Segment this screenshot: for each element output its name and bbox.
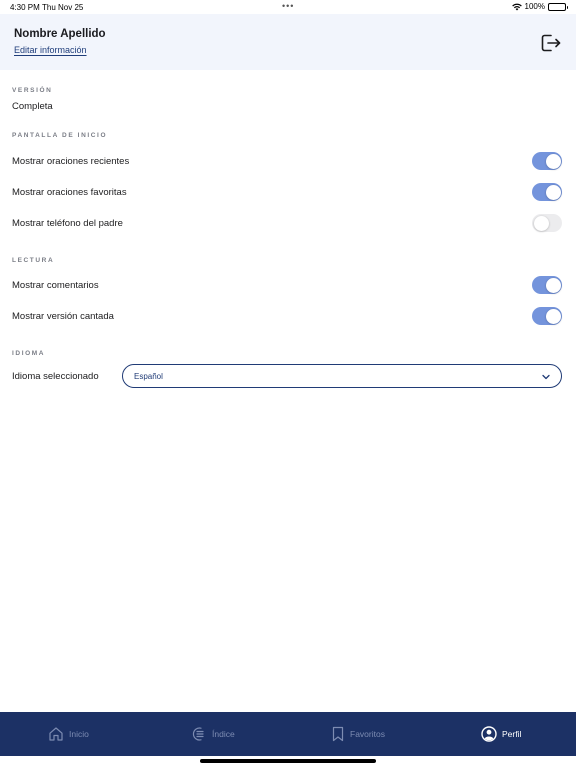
tab-indice[interactable]: Índice xyxy=(191,712,235,756)
tab-perfil[interactable]: Perfil xyxy=(481,712,521,756)
tab-label-perfil: Perfil xyxy=(502,729,522,739)
battery-percent: 100% xyxy=(524,2,545,11)
edit-info-link[interactable]: Editar información xyxy=(14,45,87,55)
toggle-recent-prayers[interactable] xyxy=(532,152,562,170)
home-icon xyxy=(49,727,63,741)
language-select[interactable]: Español xyxy=(122,364,562,388)
version-value: Completa xyxy=(12,101,53,112)
section-label-reading: LECTURA xyxy=(12,257,55,264)
wifi-icon xyxy=(511,3,522,10)
section-label-home-screen: PANTALLA DE INICIO xyxy=(12,132,108,139)
toggle-favorite-prayers[interactable] xyxy=(532,183,562,201)
tab-bar: Inicio Índice Favoritos Perfil xyxy=(0,712,576,756)
multitasking-dots-icon[interactable]: ••• xyxy=(282,1,294,11)
row-label-father-phone: Mostrar teléfono del padre xyxy=(12,218,123,229)
toggle-father-phone[interactable] xyxy=(532,214,562,232)
index-list-icon xyxy=(192,727,204,741)
profile-icon xyxy=(481,726,497,742)
status-right: 100% xyxy=(511,2,568,11)
tab-label-favoritos: Favoritos xyxy=(350,729,385,739)
logout-icon[interactable] xyxy=(540,33,562,53)
home-indicator[interactable] xyxy=(200,759,376,763)
profile-header: Nombre Apellido Editar información xyxy=(0,14,576,70)
toggle-sung-version[interactable] xyxy=(532,307,562,325)
status-time: 4:30 PM xyxy=(10,3,40,12)
row-label-comments: Mostrar comentarios xyxy=(12,280,99,291)
user-name: Nombre Apellido xyxy=(14,28,106,40)
status-bar: 4:30 PM Thu Nov 25 ••• 100% xyxy=(0,0,576,14)
battery-icon xyxy=(548,2,568,11)
row-label-language: Idioma seleccionado xyxy=(12,371,99,382)
chevron-down-icon xyxy=(542,374,550,380)
row-label-favorite-prayers: Mostrar oraciones favoritas xyxy=(12,187,127,198)
toggle-comments[interactable] xyxy=(532,276,562,294)
tab-label-inicio: Inicio xyxy=(69,729,89,739)
tab-favoritos[interactable]: Favoritos xyxy=(331,712,385,756)
row-label-recent-prayers: Mostrar oraciones recientes xyxy=(12,156,130,167)
row-label-sung-version: Mostrar versión cantada xyxy=(12,311,114,322)
status-date: Thu Nov 25 xyxy=(42,3,84,12)
bookmark-icon xyxy=(332,726,344,742)
tab-inicio[interactable]: Inicio xyxy=(48,712,89,756)
section-label-language: IDIOMA xyxy=(12,350,46,357)
tab-label-indice: Índice xyxy=(212,729,235,739)
section-label-version: VERSIÓN xyxy=(12,87,53,94)
language-select-value: Español xyxy=(134,371,163,381)
